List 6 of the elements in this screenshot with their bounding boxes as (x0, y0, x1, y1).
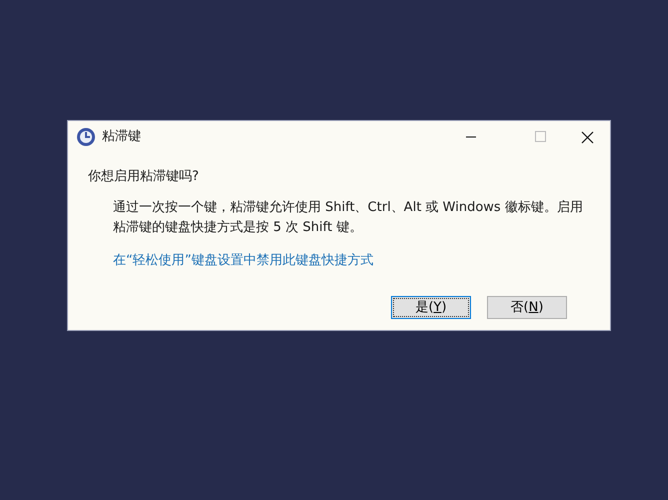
question-text: 你想启用粘滞键吗? (88, 168, 200, 186)
dialog-button[interactable]: 是(Y) (391, 296, 471, 319)
dialog-button[interactable]: 否(N) (487, 296, 567, 319)
description-text: 通过一次按一个键，粘滞键允许使用 Shift、Ctrl、Alt 或 Windows 徽标键。启用粘滞键的键盘快捷方式是按 5 次 Shift 键。 (113, 198, 584, 236)
window-title: 粘滞键 (102, 128, 141, 146)
settings-link[interactable]: 在“轻松使用”键盘设置中禁用此键盘快捷方式 (113, 250, 374, 270)
